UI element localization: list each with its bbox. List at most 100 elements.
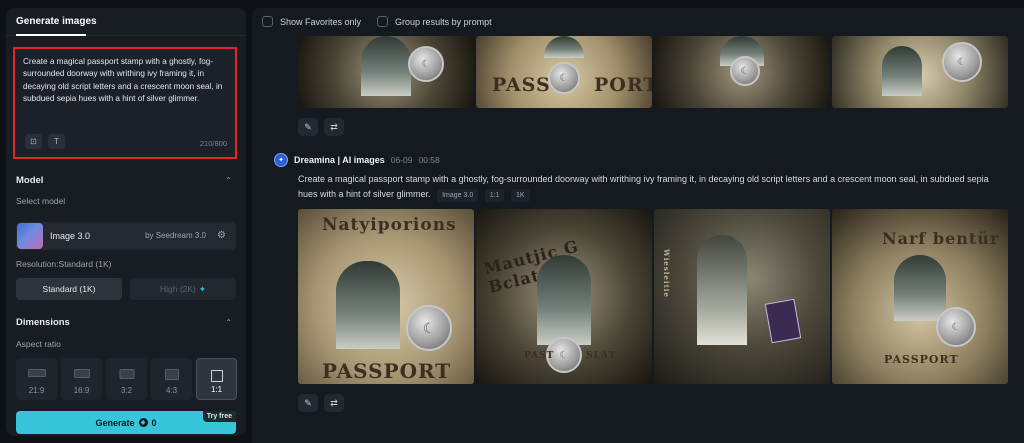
generate-cost: 0: [151, 417, 157, 428]
edit-icon[interactable]: ✎: [298, 394, 318, 412]
image-title: Natyiporions: [322, 215, 457, 235]
doorway-graphic: [336, 261, 400, 349]
resolution-label: Resolution:Standard (1K): [16, 259, 112, 269]
moon-seal-icon: ☾: [548, 62, 580, 94]
moon-seal-icon: ☾: [942, 42, 982, 82]
result-image[interactable]: Mautjic G Bclatre ☾ PAST SLAT: [476, 209, 652, 384]
ratio-chip: 1:1: [484, 188, 505, 202]
aspect-ratio-label: Aspect ratio: [16, 339, 61, 349]
model-selector[interactable]: Image 3.0 by Seedream 3.0 ⚙: [16, 222, 236, 250]
dimensions-section-title: Dimensions: [16, 317, 70, 328]
group-filter[interactable]: Group results by prompt: [377, 16, 492, 27]
image-title: Narf bentür: [882, 229, 1000, 248]
aspect-option-4-3[interactable]: 4:3: [151, 358, 192, 400]
result-image[interactable]: Wiesleitie: [654, 209, 830, 384]
image-footer-right: SLAT: [586, 351, 617, 361]
prompt-char-count: 210/800: [199, 139, 227, 148]
ratio-shape-icon: [73, 369, 90, 378]
generate-panel: Generate images Create a magical passpor…: [6, 8, 246, 436]
prompt-text[interactable]: Create a magical passport stamp with a g…: [23, 56, 227, 105]
image-footer: PASSPORT: [322, 359, 452, 383]
group-filter-label: Group results by prompt: [395, 16, 492, 27]
sparkle-icon: ✦: [198, 283, 207, 294]
image-title: Wiesleitie: [662, 249, 671, 298]
model-section-title: Model: [16, 175, 44, 186]
aspect-option-16-9[interactable]: 16:9: [61, 358, 102, 400]
regenerate-icon[interactable]: ⇄: [324, 394, 344, 412]
sliders-icon[interactable]: ⚙: [217, 230, 226, 241]
moon-seal-icon: ☾: [936, 307, 976, 347]
new-results-row: Natyiporions ☾ PASSPORT Mautjic G Bclatr…: [298, 209, 1008, 384]
model-name: Image 3.0: [50, 231, 91, 241]
aspect-option-1-1[interactable]: 1:1: [196, 358, 237, 400]
chevron-up-icon[interactable]: ⌃: [225, 176, 232, 185]
aspect-option-21-9[interactable]: 21:9: [16, 358, 57, 400]
ratio-shape-icon: [27, 369, 46, 377]
moon-seal-icon: ☾: [408, 46, 444, 82]
resolution-standard-label: Standard (1K): [42, 284, 96, 294]
prompt-input[interactable]: Create a magical passport stamp with a g…: [13, 47, 237, 159]
ratio-shape-icon: [210, 370, 223, 382]
result-image[interactable]: Narf bentür ☾ PASSPORT: [832, 209, 1008, 384]
edit-icon[interactable]: ✎: [298, 118, 318, 136]
resolution-standard-button[interactable]: Standard (1K): [16, 278, 122, 300]
results-panel: Show Favorites only Group results by pro…: [252, 8, 1024, 443]
aspect-label: 16:9: [73, 386, 90, 395]
aspect-label: 1:1: [210, 385, 223, 394]
doorway-graphic: [894, 255, 946, 321]
aspect-option-3-2[interactable]: 3:2: [106, 358, 147, 400]
dreamina-avatar: ✦: [274, 153, 288, 167]
select-model-label: Select model: [16, 196, 66, 206]
model-thumbnail: [17, 223, 43, 249]
ratio-shape-icon: [119, 369, 134, 379]
result-image[interactable]: ☾: [654, 36, 830, 108]
generate-label: Generate: [95, 417, 135, 428]
result-image[interactable]: PASS ☾ PORT: [476, 36, 652, 108]
tile-word: PORT: [594, 74, 652, 96]
prompt-tools: ⊡ T: [25, 134, 65, 149]
doorway-graphic: [544, 36, 584, 58]
moon-seal-icon: ☾: [730, 56, 760, 86]
text-style-icon[interactable]: T: [48, 134, 65, 149]
result-image[interactable]: ☾: [832, 36, 1008, 108]
image-footer: PASSPORT: [884, 353, 959, 366]
favorites-filter-label: Show Favorites only: [280, 16, 362, 27]
aspect-label: 21:9: [28, 386, 45, 395]
passport-booklet: [764, 298, 802, 344]
previous-results-row: ☾ PASS ☾ PORT ☾ ☾: [298, 36, 1008, 108]
resolution-high-button[interactable]: High (2K) ✦: [130, 278, 236, 300]
moon-seal-icon: ☾: [406, 305, 452, 351]
image-footer-left: PAST: [524, 351, 555, 361]
result-actions: ✎ ⇄: [298, 118, 344, 136]
result-actions: ✎ ⇄: [298, 394, 344, 412]
tab-generate-images[interactable]: Generate images: [16, 16, 97, 27]
panel-tabs: Generate images: [6, 8, 246, 36]
doorway-graphic: [361, 36, 411, 96]
checkbox-icon[interactable]: [377, 16, 389, 27]
doorway-graphic: [697, 235, 747, 345]
resolution-chip: 1K: [510, 188, 530, 202]
message-prompt: Create a magical passport stamp with a g…: [298, 172, 1008, 202]
checkbox-icon[interactable]: [262, 16, 273, 27]
generate-button[interactable]: Generate ◆ 0 Try free: [16, 411, 236, 434]
message-time: 00:58: [418, 155, 440, 165]
doorway-graphic: [537, 255, 591, 345]
message-prompt-text: Create a magical passport stamp with a g…: [298, 174, 989, 199]
chevron-up-icon[interactable]: ⌃: [225, 318, 232, 327]
image-reference-icon[interactable]: ⊡: [25, 134, 42, 149]
model-chip: Image 3.0: [437, 188, 479, 202]
aspect-label: 3:2: [120, 386, 133, 395]
message-date: 06-09: [390, 155, 413, 165]
ratio-shape-icon: [164, 369, 179, 380]
try-free-badge: Try free: [202, 411, 236, 422]
favorites-filter[interactable]: Show Favorites only: [262, 16, 361, 27]
results-filters: Show Favorites only Group results by pro…: [262, 16, 492, 27]
model-provider: by Seedream 3.0: [145, 231, 206, 240]
message-header: ✦ Dreamina | AI images 06-09 00:58: [274, 153, 440, 167]
regenerate-icon[interactable]: ⇄: [324, 118, 344, 136]
result-image[interactable]: Natyiporions ☾ PASSPORT: [298, 209, 474, 384]
resolution-high-label: High (2K): [159, 284, 196, 294]
tab-underline: [16, 34, 86, 36]
result-image[interactable]: ☾: [298, 36, 474, 108]
aspect-ratio-options: 21:9 16:9 3:2 4:3 1:1: [16, 358, 237, 400]
